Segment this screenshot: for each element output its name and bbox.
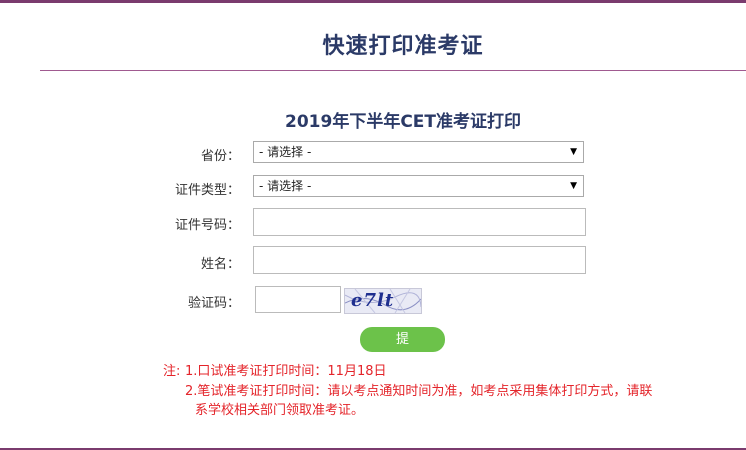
- note-prefix: 注:: [163, 364, 181, 379]
- captcha-image[interactable]: e7lt: [344, 288, 422, 314]
- province-select[interactable]: - 请选择 - ▼: [253, 141, 584, 163]
- chevron-down-icon: ▼: [570, 181, 577, 191]
- chevron-down-icon: ▼: [570, 147, 577, 157]
- note-line-2: 2.笔试准考证打印时间：请以考点通知时间为准，如考点采用集体打印方式，请联: [185, 384, 653, 399]
- captcha-label: 验证码：: [187, 296, 240, 311]
- id-type-select-value: - 请选择 -: [259, 179, 312, 193]
- name-label: 姓名：: [200, 257, 240, 272]
- id-type-select[interactable]: - 请选择 - ▼: [253, 175, 584, 197]
- province-select-value: - 请选择 -: [259, 145, 312, 159]
- province-label: 省份：: [200, 149, 240, 164]
- captcha-input[interactable]: [255, 286, 341, 313]
- id-number-label: 证件号码：: [174, 218, 240, 233]
- note-line-1: 1.口试准考证打印时间：11月18日: [185, 364, 387, 379]
- top-border: [0, 0, 746, 3]
- submit-button[interactable]: 提 交: [360, 327, 445, 372]
- captcha-image-text: e7lt: [351, 290, 395, 311]
- name-input[interactable]: [253, 246, 586, 274]
- note-line-3: 系学校相关部门领取准考证。: [195, 403, 365, 418]
- form-title: 2019年下半年CET准考证打印: [285, 112, 521, 132]
- title-divider: [40, 70, 746, 71]
- id-number-input[interactable]: [253, 208, 586, 236]
- page-title: 快速打印准考证: [322, 34, 484, 59]
- id-type-label: 证件类型：: [174, 183, 240, 198]
